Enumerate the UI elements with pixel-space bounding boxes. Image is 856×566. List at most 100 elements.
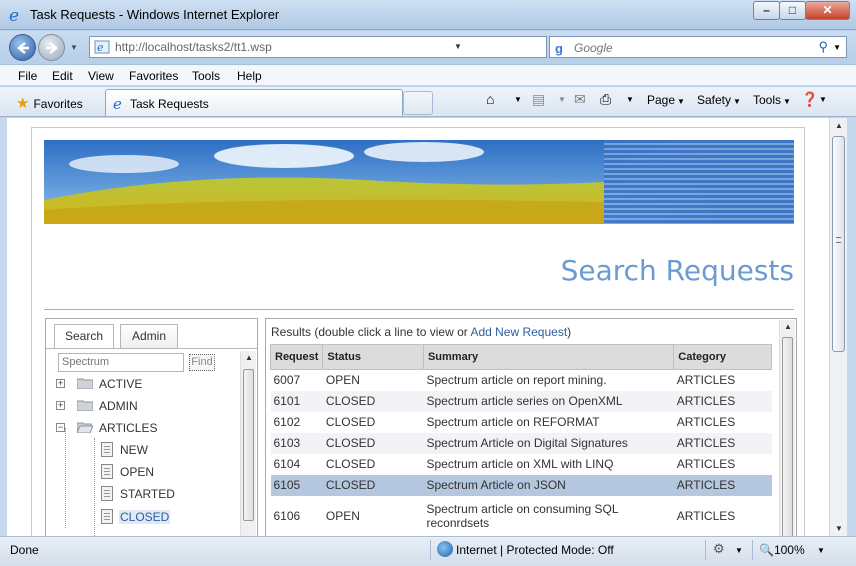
add-ons-dropdown-icon[interactable]: ▼ bbox=[735, 546, 743, 555]
tools-menu[interactable]: Tools ▼ bbox=[753, 93, 791, 107]
find-button[interactable]: Find bbox=[189, 354, 215, 371]
scroll-up-icon[interactable]: ▲ bbox=[245, 353, 253, 362]
content-viewport: Search Requests Search Admin Find + ACTI… bbox=[7, 118, 829, 536]
browser-tab[interactable]: e Task Requests bbox=[105, 89, 403, 116]
scroll-down-icon[interactable]: ▼ bbox=[835, 524, 843, 533]
search-box[interactable]: g Google ⚲ ▼ bbox=[549, 36, 847, 58]
column-header-request[interactable]: Request bbox=[269, 344, 324, 370]
menu-favorites[interactable]: Favorites bbox=[129, 69, 178, 83]
tab-admin[interactable]: Admin bbox=[120, 324, 178, 348]
favorites-button[interactable]: ★ Favorites bbox=[16, 94, 83, 112]
forward-button[interactable] bbox=[38, 34, 65, 61]
maximize-button[interactable]: □ bbox=[779, 1, 806, 20]
scroll-up-icon[interactable]: ▲ bbox=[784, 322, 792, 331]
menu-tools[interactable]: Tools bbox=[192, 69, 220, 83]
zoom-dropdown-icon[interactable]: ▼ bbox=[817, 546, 825, 555]
column-header-status[interactable]: Status bbox=[322, 344, 424, 370]
scroll-thumb[interactable] bbox=[243, 369, 254, 521]
favorites-star-icon: ★ bbox=[16, 95, 30, 112]
scroll-thumb[interactable] bbox=[782, 337, 793, 536]
document-icon bbox=[101, 509, 113, 524]
menu-file[interactable]: File bbox=[18, 69, 37, 83]
status-text: Done bbox=[10, 543, 39, 557]
search-placeholder: Google bbox=[574, 41, 613, 55]
close-button[interactable]: ✕ bbox=[805, 1, 850, 20]
menu-edit[interactable]: Edit bbox=[52, 69, 73, 83]
tab-search[interactable]: Search bbox=[54, 324, 114, 349]
cell-category: ARTICLES bbox=[673, 432, 772, 454]
add-new-request-link[interactable]: Add New Request bbox=[470, 325, 567, 339]
zoom-level[interactable]: 🔍100% bbox=[759, 543, 805, 557]
address-bar[interactable]: e http://localhost/tasks2/tt1.wsp ▼ ▦ ⇄ … bbox=[89, 36, 626, 58]
home-dropdown-icon[interactable]: ▼ bbox=[514, 95, 522, 104]
cell-category: ARTICLES bbox=[673, 474, 772, 496]
search-input[interactable] bbox=[59, 354, 179, 370]
table-header-row: Request Status Summary Category bbox=[269, 344, 772, 370]
new-tab-button[interactable] bbox=[403, 91, 433, 115]
scroll-up-icon[interactable]: ▲ bbox=[835, 121, 843, 130]
feeds-icon[interactable]: ▤ bbox=[532, 91, 545, 108]
table-row[interactable]: 6106 OPEN Spectrum article on consuming … bbox=[271, 496, 772, 536]
help-dropdown-icon[interactable]: ▼ bbox=[819, 95, 827, 104]
tab-title: Task Requests bbox=[130, 97, 209, 111]
address-dropdown-icon[interactable]: ▼ bbox=[454, 42, 462, 51]
results-header: Results (double click a line to view or … bbox=[271, 325, 571, 339]
column-header-category[interactable]: Category bbox=[673, 344, 772, 370]
window-title: Task Requests - Windows Internet Explore… bbox=[30, 7, 280, 22]
tree-label: NEW bbox=[120, 443, 148, 457]
menu-view[interactable]: View bbox=[88, 69, 114, 83]
folder-icon bbox=[77, 378, 93, 389]
cell-category: ARTICLES bbox=[676, 457, 736, 471]
cell-summary: Spectrum article on consuming SQL reconr… bbox=[426, 501, 619, 530]
results-scrollbar[interactable]: ▲ bbox=[779, 320, 795, 536]
table-row[interactable]: 6102 CLOSED Spectrum article on REFORMAT… bbox=[271, 412, 772, 433]
minimize-button[interactable]: – bbox=[753, 1, 780, 20]
svg-text:e: e bbox=[97, 41, 104, 54]
cell-request: 6103 bbox=[270, 432, 323, 454]
expand-icon[interactable]: + bbox=[56, 379, 65, 388]
safety-menu-caret-icon: ▼ bbox=[733, 97, 741, 106]
recent-pages-dropdown[interactable]: ▼ bbox=[70, 43, 78, 52]
add-ons-icon[interactable]: ⚙ bbox=[713, 541, 725, 557]
tree-label: STARTED bbox=[120, 487, 175, 501]
back-arrow-icon bbox=[17, 42, 29, 54]
minimize-icon: – bbox=[763, 3, 770, 17]
search-options-dropdown[interactable]: ▼ bbox=[833, 43, 841, 52]
table-row[interactable]: 6007 OPEN Spectrum article on report min… bbox=[271, 370, 772, 391]
help-icon[interactable]: ❓ bbox=[801, 91, 818, 108]
scroll-thumb[interactable] bbox=[832, 136, 845, 352]
mail-icon[interactable]: ✉ bbox=[574, 91, 586, 108]
tree-label: ARTICLES bbox=[99, 421, 158, 435]
cell-status: OPEN bbox=[325, 508, 360, 523]
security-zone[interactable]: Internet | Protected Mode: Off bbox=[456, 543, 614, 557]
scroll-grip-icon bbox=[836, 237, 841, 243]
table-row-selected[interactable]: 6105 CLOSED Spectrum Article on JSON ART… bbox=[270, 474, 772, 496]
menu-help[interactable]: Help bbox=[237, 69, 262, 83]
table-row[interactable]: 6104 CLOSED Spectrum article on XML with… bbox=[271, 454, 772, 475]
tree-connector bbox=[94, 438, 95, 536]
home-icon[interactable]: ⌂ bbox=[486, 91, 494, 107]
tools-menu-caret-icon: ▼ bbox=[783, 97, 791, 106]
safety-menu[interactable]: Safety ▼ bbox=[697, 93, 741, 107]
title-bar: e Task Requests - Windows Internet Explo… bbox=[0, 0, 856, 30]
expand-icon[interactable]: + bbox=[56, 401, 65, 410]
cell-status: CLOSED bbox=[325, 415, 376, 429]
table-row[interactable]: 6103 CLOSED Spectrum Article on Digital … bbox=[270, 432, 772, 454]
cell-request: 6007 bbox=[273, 373, 301, 388]
column-header-summary[interactable]: Summary bbox=[422, 344, 675, 370]
globe-icon bbox=[437, 541, 453, 557]
favorites-label: Favorites bbox=[33, 97, 83, 111]
cell-request: 6101 bbox=[270, 390, 323, 412]
print-dropdown-icon[interactable]: ▼ bbox=[626, 95, 634, 104]
collapse-icon[interactable]: − bbox=[56, 423, 65, 432]
tree-scrollbar[interactable]: ▲ bbox=[240, 351, 256, 536]
page-scrollbar[interactable]: ▲ ▼ bbox=[829, 118, 847, 536]
search-icon[interactable]: ⚲ bbox=[818, 39, 828, 55]
maximize-icon: □ bbox=[788, 3, 797, 17]
finder-field[interactable] bbox=[58, 353, 184, 372]
table-row[interactable]: 6101 CLOSED Spectrum article series on O… bbox=[270, 390, 772, 412]
feeds-dropdown-icon[interactable]: ▼ bbox=[558, 95, 566, 104]
print-icon[interactable]: ⎙ bbox=[600, 91, 611, 108]
back-button[interactable] bbox=[9, 34, 36, 61]
page-menu[interactable]: Page ▼ bbox=[647, 93, 685, 107]
